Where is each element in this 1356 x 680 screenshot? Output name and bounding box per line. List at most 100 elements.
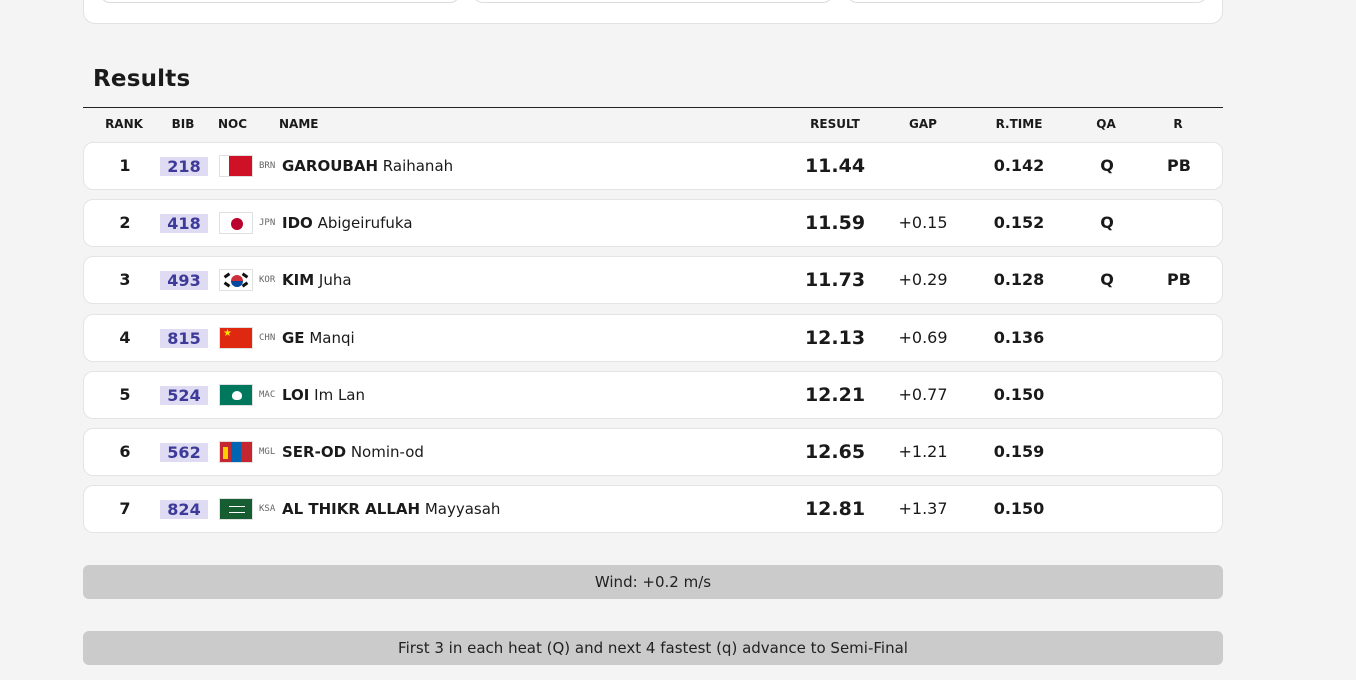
rank-cell: 6: [119, 442, 131, 461]
qualification-note: First 3 in each heat (Q) and next 4 fast…: [83, 631, 1223, 665]
korea-flag-icon: [219, 269, 253, 292]
record-cell: PB: [1167, 270, 1191, 290]
noc-code: MAC: [259, 389, 276, 400]
athlete-given-name: Juha: [318, 271, 352, 290]
athlete-given-name: Raihanah: [382, 157, 454, 175]
gap-cell: [884, 143, 962, 189]
japan-flag-icon: [219, 212, 253, 235]
athlete-surname: GAROUBAH: [282, 157, 378, 175]
result-cell: 12.21: [804, 383, 866, 406]
rank-cell: 1: [119, 156, 131, 175]
wind-note: Wind: +0.2 m/s: [83, 565, 1223, 599]
rank-cell: 2: [119, 213, 131, 233]
athlete-name[interactable]: KIM Juha: [282, 257, 352, 303]
col-noc: NOC: [218, 117, 248, 131]
reaction-time-cell: 0.128: [993, 270, 1045, 290]
col-bib: BIB: [171, 117, 195, 131]
table-row[interactable]: 5 524 MAC LOI Im Lan 12.21 +0.77 0.150: [83, 370, 1223, 419]
table-row[interactable]: 4 815 CHN GE Manqi 12.13 +0.69 0.136: [83, 313, 1223, 362]
gap-cell: +1.37: [898, 499, 948, 519]
qualification-cell: Q: [1100, 213, 1114, 233]
athlete-name[interactable]: SER-OD Nomin-od: [282, 429, 424, 475]
qualification-cell: Q: [1100, 270, 1114, 290]
noc-code: JPN: [259, 218, 276, 229]
rank-cell: 4: [119, 327, 131, 347]
result-cell: 12.81: [804, 498, 866, 521]
record-cell: [1154, 429, 1204, 475]
reaction-time-cell: 0.150: [993, 384, 1045, 404]
noc-code: BRN: [259, 161, 276, 171]
bib-badge: 562: [160, 443, 208, 462]
gap-cell: +0.69: [898, 327, 948, 347]
table-row[interactable]: 2 418 JPN IDO Abigeirufuka 11.59 +0.15 0.152 Q: [83, 199, 1223, 248]
qualification-cell: [1084, 486, 1130, 532]
noc-code: CHN: [259, 332, 276, 343]
record-cell: [1154, 486, 1204, 532]
athlete-given-name: Manqi: [309, 328, 355, 347]
rank-cell: 5: [119, 384, 131, 404]
rank-cell: 7: [119, 499, 131, 519]
qualification-cell: [1084, 315, 1130, 361]
athlete-given-name: Im Lan: [314, 385, 365, 404]
athlete-surname: GE: [282, 328, 305, 347]
result-cell: 12.65: [804, 441, 866, 463]
record-cell: [1154, 372, 1204, 418]
noc-code: MGL: [259, 447, 276, 457]
record-cell: [1154, 200, 1204, 246]
gap-cell: +0.77: [898, 384, 948, 404]
china-flag-icon: [219, 326, 253, 349]
filter-pill[interactable]: [100, 0, 460, 3]
filter-pill[interactable]: [473, 0, 833, 3]
bib-badge: 815: [160, 328, 208, 348]
gap-cell: +0.29: [898, 270, 948, 290]
col-record: R: [1173, 117, 1183, 131]
reaction-time-cell: 0.136: [993, 327, 1045, 347]
athlete-name[interactable]: GAROUBAH Raihanah: [282, 143, 453, 189]
col-gap: GAP: [909, 117, 937, 131]
table-row[interactable]: 3 493 KOR KIM Juha 11.73 +0.29 0.128 Q PB: [83, 256, 1223, 305]
table-row[interactable]: 7 824 KSA AL THIKR ALLAH Mayyasah 12.81 +1.37…: [83, 485, 1223, 534]
athlete-name[interactable]: AL THIKR ALLAH Mayyasah: [282, 486, 500, 532]
macau-flag-icon: [219, 383, 253, 406]
gap-cell: +0.15: [898, 213, 948, 233]
athlete-surname: KIM: [282, 271, 315, 290]
athlete-name[interactable]: IDO Abigeirufuka: [282, 200, 413, 246]
result-cell: 11.59: [804, 212, 866, 235]
reaction-time-cell: 0.142: [993, 156, 1045, 175]
col-name: NAME: [279, 117, 319, 131]
qualification-cell: Q: [1100, 156, 1114, 175]
record-cell: PB: [1167, 156, 1191, 175]
reaction-time-cell: 0.150: [993, 499, 1045, 519]
header-divider: [83, 107, 1223, 108]
athlete-surname: IDO: [282, 214, 313, 233]
result-cell: 11.73: [804, 269, 866, 292]
noc-code: KOR: [259, 275, 276, 286]
col-rank: RANK: [105, 117, 143, 131]
col-rtime: R.TIME: [995, 117, 1043, 131]
bahrain-flag-icon: [219, 155, 253, 177]
table-row[interactable]: 6 562 MGL SER-OD Nomin-od 12.65 +1.21 0.159: [83, 428, 1223, 476]
section-title: Results: [93, 66, 191, 92]
reaction-time-cell: 0.152: [993, 213, 1045, 233]
previous-card: [83, 0, 1223, 24]
bib-badge: 218: [160, 157, 208, 176]
col-qa: QA: [1096, 117, 1116, 131]
noc-code: KSA: [259, 504, 276, 515]
record-cell: [1154, 315, 1204, 361]
athlete-name[interactable]: GE Manqi: [282, 315, 355, 361]
rank-cell: 3: [119, 270, 131, 290]
athlete-surname: AL THIKR ALLAH: [282, 500, 421, 519]
athlete-given-name: Mayyasah: [424, 500, 501, 519]
table-row[interactable]: 1 218 BRN GAROUBAH Raihanah 11.44 0.142 Q PB: [83, 142, 1223, 190]
athlete-surname: LOI: [282, 385, 310, 404]
gap-cell: +1.21: [898, 442, 948, 461]
col-result: RESULT: [810, 117, 860, 131]
bib-badge: 418: [160, 214, 208, 234]
athlete-name[interactable]: LOI Im Lan: [282, 372, 365, 418]
filter-pill[interactable]: [847, 0, 1207, 3]
result-cell: 12.13: [804, 326, 866, 349]
bib-badge: 824: [160, 500, 208, 520]
saudi-arabia-flag-icon: [219, 498, 253, 521]
result-cell: 11.44: [804, 155, 866, 177]
reaction-time-cell: 0.159: [993, 442, 1045, 461]
